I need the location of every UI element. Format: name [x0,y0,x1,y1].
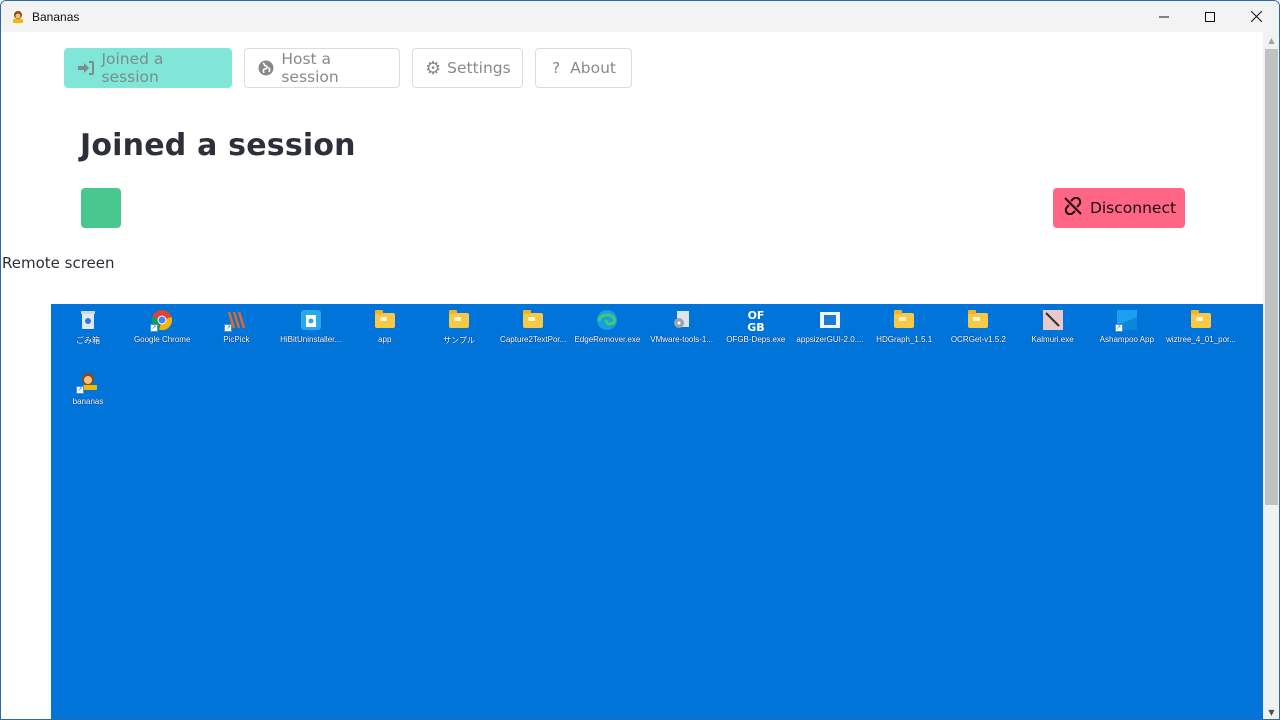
desktop-icon[interactable]: ↗ bananas [51,366,125,406]
tab-about[interactable]: ? About [535,48,632,88]
edge-icon [595,308,619,332]
minimize-icon [1159,16,1169,17]
desktop-icon[interactable]: Kalmuri.exe [1016,304,1090,344]
vmware-icon [670,308,694,332]
unlink-icon [1062,196,1084,219]
title-bar: Bananas [1,1,1279,32]
desktop-icon[interactable]: OF GB OFGB-Deps.exe [719,304,793,344]
maximize-icon [1205,11,1215,22]
tab-label: Settings [447,59,511,77]
gear-icon: ⚙ [425,57,442,79]
desktop-icon-label: Capture2TextPor... [500,335,567,344]
desktop-icon-label: OCRGet-v1.5.2 [950,335,1006,344]
desktop-icon-label: Ashampoo App [1099,335,1154,344]
folder-icon [521,308,545,332]
desktop-icon-label: wiztree_4_01_por... [1166,335,1236,344]
desktop-icon[interactable]: ↗ PicPick [199,304,273,344]
folder-icon [373,308,397,332]
folder-icon [892,308,916,332]
close-icon [1250,11,1262,22]
desktop-icon[interactable]: ↗ Ashampoo App [1090,304,1164,344]
disconnect-label: Disconnect [1089,199,1177,217]
desktop-icon[interactable]: OCRGet-v1.5.2 [941,304,1015,344]
question-icon: ? [551,59,561,77]
desktop-icon-label: Kalmuri.exe [1031,335,1074,344]
tab-label: Joined a session [101,50,164,86]
desktop-icon[interactable]: HDGraph_1.5.1 [867,304,941,344]
desktop-icon[interactable]: VMware-tools-1... [645,304,719,344]
desktop-icon[interactable]: HiBitUninstaller... [274,304,348,344]
desktop-icon-label: PicPick [223,335,250,344]
window-controls [1141,1,1279,32]
folder-icon [447,308,471,332]
desktop-icon-label: Google Chrome [133,335,191,344]
desktop-icon[interactable]: EdgeRemover.exe [570,304,644,344]
tab-host-session[interactable]: Host a session [244,48,400,88]
remote-screen[interactable]: ごみ箱 ↗ Google Chrome ↗ PicPick HiBitUninstalle… [51,304,1263,719]
desktop-icon-label: appsizerGUI-2.0.... [796,335,864,344]
desktop-icon-label: app [378,335,392,344]
sign-in-icon [77,60,95,76]
arrow-down-icon: ▼ [1268,708,1275,717]
shortcut-arrow-icon: ↗ [76,386,84,394]
arrow-up-icon: ▲ [1268,36,1275,45]
desktop-icon-label: ごみ箱 [76,336,100,345]
folder-icon [966,308,990,332]
desktop-icon[interactable]: ↗ Google Chrome [125,304,199,344]
tab-label: About [570,59,616,77]
desktop-icon-label: HDGraph_1.5.1 [876,335,933,344]
main-content: Joined a session Host a session ⚙ Settin… [1,32,1263,719]
vertical-scrollbar[interactable]: ▲ ▼ [1263,32,1279,719]
nav-tabs: Joined a session Host a session ⚙ Settin… [64,48,632,88]
desktop-icon[interactable]: Capture2TextPor... [496,304,570,344]
recycle-bin-icon [76,308,100,332]
page-title: Joined a session [80,128,356,163]
desktop-icon[interactable]: Disabl [1238,304,1263,344]
globe-icon [257,60,275,76]
desktop-icon-label: サンプル [443,336,475,345]
scroll-down-button[interactable]: ▼ [1263,704,1279,719]
monkey-icon [10,9,26,25]
svg-text:GB: GB [747,321,764,332]
tab-joined-session[interactable]: Joined a session [64,48,232,88]
monkey-icon: ↗ [76,370,100,394]
desktop-icon[interactable]: ごみ箱 [51,304,125,346]
desktop-icon[interactable]: appsizerGUI-2.0.... [793,304,867,344]
close-button[interactable] [1233,1,1279,32]
hibit-icon [299,308,323,332]
scroll-up-button[interactable]: ▲ [1263,32,1279,49]
ofgb-icon: OF GB [744,308,768,332]
desktop-icon[interactable]: サンプル [422,304,496,346]
desktop-icon-label: VMware-tools-1... [650,335,713,344]
desktop-icon[interactable]: wiztree_4_01_por... [1164,304,1238,344]
connection-status-indicator [81,188,121,228]
shortcut-arrow-icon: ↗ [1114,324,1123,332]
chrome-icon: ↗ [150,308,174,332]
tab-settings[interactable]: ⚙ Settings [412,48,523,88]
kalmuri-icon [1041,308,1065,332]
shortcut-arrow-icon: ↗ [224,324,233,332]
app-window: Bananas Joined a session Host a session … [0,0,1280,720]
window-title: Bananas [32,9,80,24]
tab-label: Host a session [281,50,339,86]
appsizer-icon [818,308,842,332]
desktop-icon[interactable]: app [348,304,422,344]
picpick-icon: ↗ [224,308,248,332]
desktop-icon-label: bananas [72,397,104,406]
disconnect-button[interactable]: Disconnect [1053,188,1185,228]
minimize-button[interactable] [1141,1,1187,32]
remote-screen-label: Remote screen [2,254,115,272]
shortcut-arrow-icon: ↗ [150,324,159,332]
desktop-icon-label: OFGB-Deps.exe [726,335,786,344]
scroll-thumb[interactable] [1265,49,1278,505]
ashampoo-icon: ↗ [1114,308,1139,332]
folder-icon [1189,308,1213,332]
desktop-icon-label: EdgeRemover.exe [574,335,641,344]
desktop-icon-label: HiBitUninstaller... [280,335,342,344]
maximize-button[interactable] [1187,1,1233,32]
